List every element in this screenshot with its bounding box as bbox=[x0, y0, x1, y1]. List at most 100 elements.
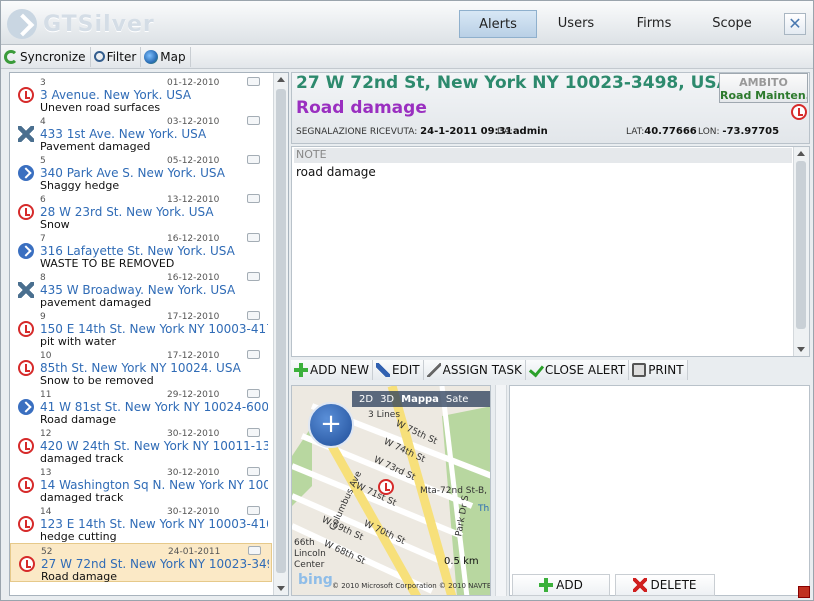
alarm-icon bbox=[18, 516, 34, 532]
app-window: GTSilver Alerts Users Firms Scope ✕ Sync… bbox=[0, 0, 814, 601]
item-checkbox[interactable] bbox=[247, 467, 260, 476]
tool-icon bbox=[426, 363, 441, 377]
item-date: 03-12-2010 bbox=[167, 117, 220, 127]
edit-button[interactable]: EDIT bbox=[372, 360, 424, 380]
search-icon bbox=[93, 51, 105, 62]
scroll-up-icon[interactable] bbox=[277, 77, 285, 82]
scroll-thumb[interactable] bbox=[796, 161, 806, 329]
globe-icon bbox=[144, 49, 159, 64]
map-mode-bar: 2D 3D Mappa Sate bbox=[352, 391, 490, 407]
close-button[interactable]: ✕ bbox=[784, 13, 806, 35]
tab-scope[interactable]: Scope bbox=[701, 10, 763, 38]
item-checkbox[interactable] bbox=[247, 116, 260, 125]
close-alert-button[interactable]: CLOSE ALERT bbox=[525, 360, 630, 380]
close-icon: ✕ bbox=[788, 14, 802, 33]
item-date: 01-12-2010 bbox=[167, 78, 220, 88]
list-item[interactable]: 14 30-12-2010 123 E 14th St. New York NY 1… bbox=[10, 504, 272, 543]
item-checkbox[interactable] bbox=[247, 194, 260, 203]
item-address: 435 W Broadway. New York. USA bbox=[40, 283, 236, 297]
list-scrollbar[interactable] bbox=[273, 73, 288, 595]
list-item[interactable]: 12 30-12-2010 420 W 24th St. New York NY 1… bbox=[10, 426, 272, 465]
list-item[interactable]: 9 17-12-2010 150 E 14th St. New York NY 10… bbox=[10, 309, 272, 348]
lon-label: LON: bbox=[698, 127, 720, 137]
forward-icon bbox=[18, 243, 34, 259]
map-navigation-control[interactable] bbox=[308, 402, 354, 448]
item-number: 13 bbox=[40, 468, 52, 478]
list-item[interactable]: 6 13-12-2010 28 W 23rd St. New York. USA Sn… bbox=[10, 192, 272, 231]
item-date: 13-12-2010 bbox=[167, 195, 220, 205]
mode-map[interactable]: Mappa bbox=[401, 394, 439, 405]
mode-satellite[interactable]: Sate bbox=[446, 394, 469, 405]
item-checkbox[interactable] bbox=[247, 506, 260, 515]
filter-button[interactable]: Filter bbox=[91, 46, 142, 67]
alarm-icon bbox=[18, 438, 34, 454]
item-address: 27 W 72nd St. New York NY 10023-3498 bbox=[41, 557, 269, 571]
item-number: 6 bbox=[40, 195, 46, 205]
notes-scrollbar[interactable] bbox=[793, 147, 809, 356]
alert-detail-header: 27 W 72nd St, New York NY 10023-3498, US… bbox=[291, 72, 810, 144]
syncronize-button[interactable]: Syncronize bbox=[1, 46, 91, 67]
scroll-up-icon[interactable] bbox=[797, 151, 805, 156]
assign-task-button[interactable]: ASSIGN TASK bbox=[423, 360, 526, 380]
alarm-icon[interactable] bbox=[378, 479, 394, 495]
scroll-thumb[interactable] bbox=[276, 89, 286, 573]
scroll-down-icon[interactable] bbox=[277, 586, 285, 591]
forward-icon bbox=[18, 399, 34, 415]
panel-splitter[interactable] bbox=[495, 385, 507, 596]
map-label: Th bbox=[478, 504, 490, 514]
plus-icon bbox=[294, 363, 308, 377]
resize-handle[interactable] bbox=[798, 586, 810, 598]
item-number: 14 bbox=[40, 507, 52, 517]
item-number: 10 bbox=[40, 351, 52, 361]
pencil-icon bbox=[375, 363, 390, 377]
tab-users[interactable]: Users bbox=[546, 10, 606, 38]
item-number: 5 bbox=[40, 156, 46, 166]
list-item[interactable]: 8 16-12-2010 435 W Broadway. New York. USA… bbox=[10, 270, 272, 309]
item-checkbox[interactable] bbox=[247, 389, 260, 398]
item-checkbox[interactable] bbox=[247, 155, 260, 164]
map-label: Mta-72nd St-B, bbox=[420, 486, 487, 496]
item-checkbox[interactable] bbox=[247, 350, 260, 359]
print-label: PRINT bbox=[648, 363, 684, 377]
print-button[interactable]: PRINT bbox=[629, 360, 688, 380]
list-item[interactable]: 13 30-12-2010 14 Washington Sq N. New York… bbox=[10, 465, 272, 504]
item-address: 41 W 81st St. New York NY 10024-6001 bbox=[40, 400, 268, 414]
add-new-button[interactable]: ADD NEW bbox=[291, 360, 373, 380]
map-view[interactable]: 2D 3D Mappa Sate 3 Lines W 75th St W 74t… bbox=[291, 385, 491, 596]
tab-firms[interactable]: Firms bbox=[623, 10, 685, 38]
item-checkbox[interactable] bbox=[247, 272, 260, 281]
mode-3d[interactable]: 3D bbox=[380, 394, 394, 405]
notes-text[interactable]: road damage bbox=[296, 165, 376, 179]
close-alert-label: CLOSE ALERT bbox=[544, 363, 626, 377]
item-checkbox[interactable] bbox=[247, 77, 260, 86]
list-item[interactable]: 5 05-12-2010 340 Park Ave S. New York. USA… bbox=[10, 153, 272, 192]
item-number: 11 bbox=[40, 390, 52, 400]
lon-info: LON: -73.97705 bbox=[698, 126, 779, 137]
item-address: 316 Lafayette St. New York. USA bbox=[40, 244, 235, 258]
item-checkbox[interactable] bbox=[247, 428, 260, 437]
scroll-down-icon[interactable] bbox=[797, 347, 805, 352]
item-checkbox[interactable] bbox=[247, 311, 260, 320]
main-toolbar: Syncronize Filter Map bbox=[1, 45, 813, 69]
item-description: Snow to be removed bbox=[40, 374, 154, 387]
item-address: 3 Avenue. New York. USA bbox=[40, 88, 192, 102]
item-checkbox[interactable] bbox=[247, 233, 260, 242]
map-button[interactable]: Map bbox=[141, 46, 191, 67]
item-checkbox[interactable] bbox=[248, 546, 261, 555]
assign-task-label: ASSIGN TASK bbox=[442, 363, 522, 377]
mode-2d[interactable]: 2D bbox=[359, 394, 373, 405]
delete-button[interactable]: DELETE bbox=[615, 574, 715, 596]
list-item[interactable]: 11 29-12-2010 41 W 81st St. New York NY 10… bbox=[10, 387, 272, 426]
item-date: 17-12-2010 bbox=[167, 312, 220, 322]
list-item[interactable]: 3 01-12-2010 3 Avenue. New York. USA Uneven… bbox=[10, 75, 272, 114]
ambito-badge: AMBITO Road Mainten. bbox=[719, 73, 808, 103]
list-item[interactable]: 10 17-12-2010 85th St. New York NY 10024. … bbox=[10, 348, 272, 387]
list-item[interactable]: 52 24-01-2011 27 W 72nd St. New York NY 10… bbox=[10, 543, 272, 583]
add-button[interactable]: ADD bbox=[512, 574, 610, 596]
tab-alerts[interactable]: Alerts bbox=[459, 10, 537, 38]
ambito-label: AMBITO bbox=[739, 76, 788, 89]
notes-header: NOTE bbox=[294, 148, 792, 163]
list-item[interactable]: 7 16-12-2010 316 Lafayette St. New York. U… bbox=[10, 231, 272, 270]
list-item[interactable]: 4 03-12-2010 433 1st Ave. New York. USA Pav… bbox=[10, 114, 272, 153]
item-description: Uneven road surfaces bbox=[40, 101, 161, 114]
